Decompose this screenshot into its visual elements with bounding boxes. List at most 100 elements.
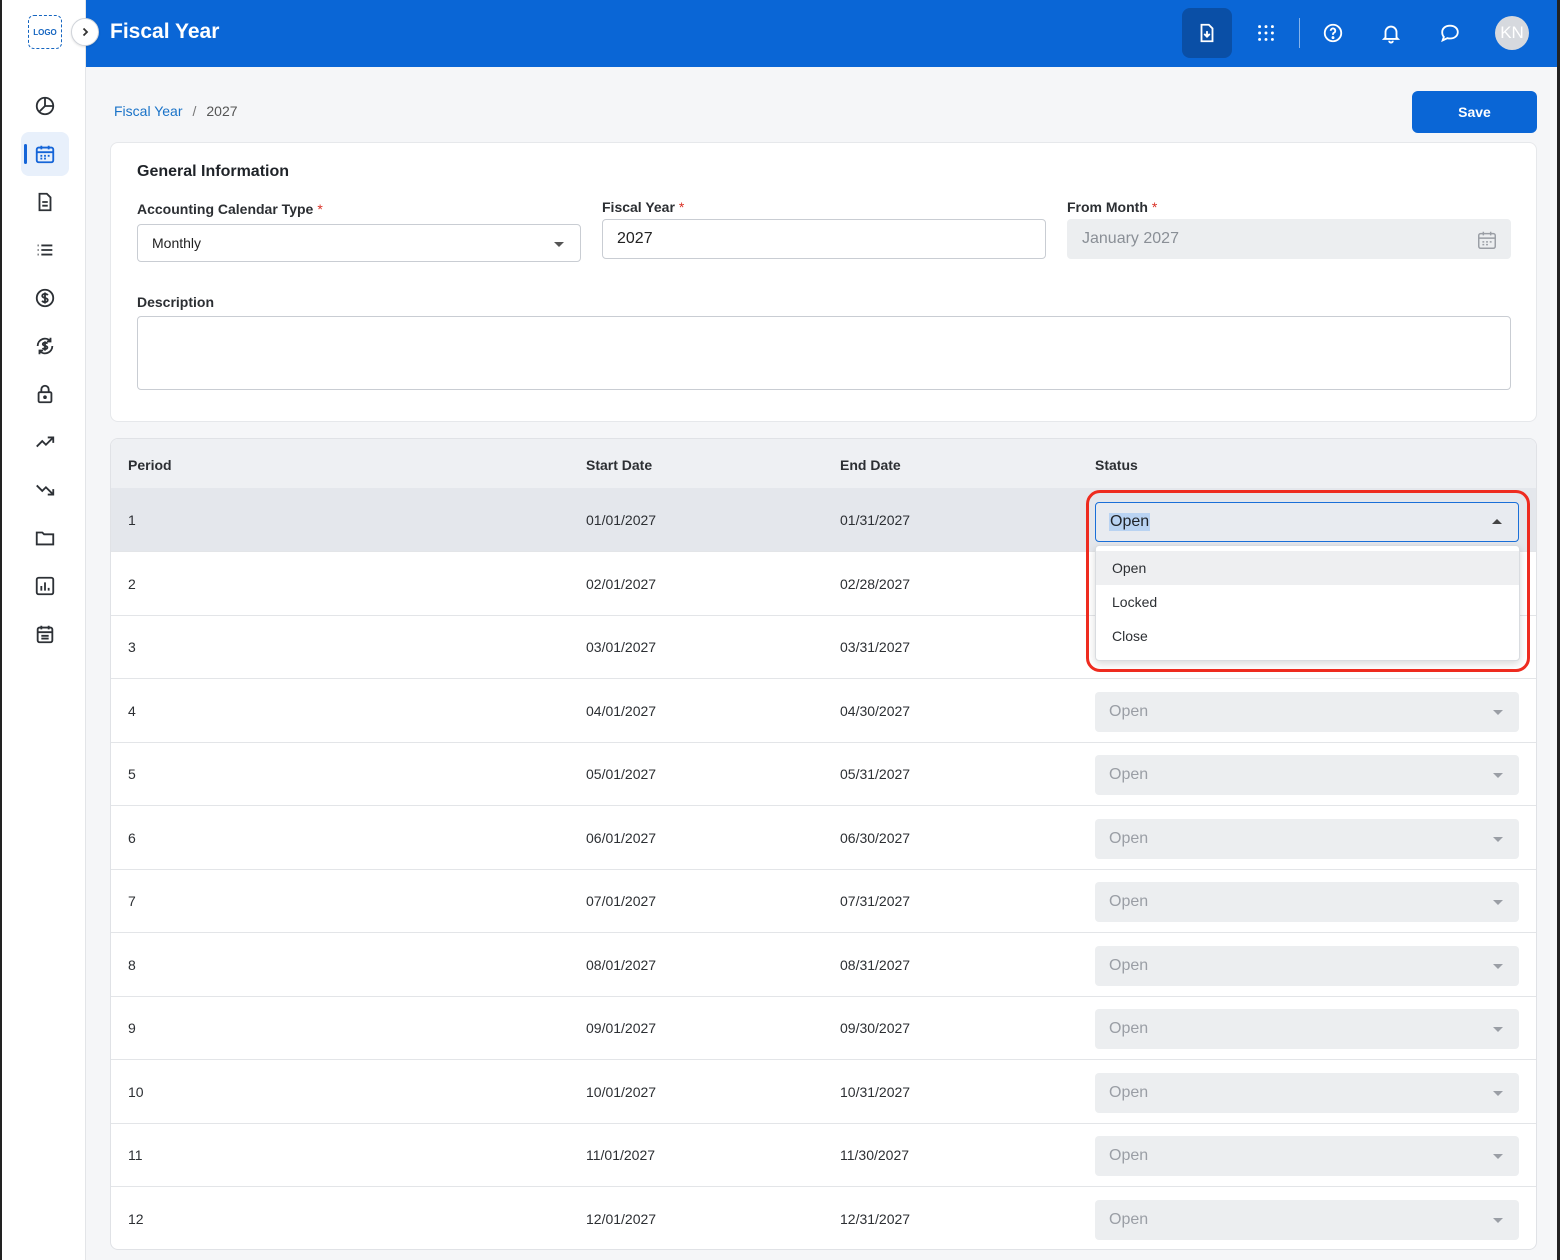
table-row: 1 01/01/2027 01/31/2027 Open (111, 488, 1536, 552)
calendar-type-select[interactable]: Monthly (137, 224, 581, 262)
start-date-cell: 01/01/2027 (586, 512, 657, 528)
status-select[interactable]: Open (1095, 1200, 1519, 1240)
sidebar-item-dashboard[interactable] (21, 84, 69, 128)
status-select[interactable]: Open (1095, 755, 1519, 795)
chevron-down-icon (1493, 773, 1503, 778)
top-bar: Fiscal Year KN (86, 0, 1560, 67)
status-select[interactable]: Open (1095, 1073, 1519, 1113)
sidebar-item-documents[interactable] (21, 180, 69, 224)
calendar-type-label-text: Accounting Calendar Type (137, 201, 314, 217)
sidebar-item-files[interactable] (21, 516, 69, 560)
download-document-button[interactable] (1182, 8, 1232, 58)
status-select-value: Open (1109, 957, 1149, 974)
status-select-value: Open (1109, 513, 1151, 531)
sidebar-item-income[interactable] (21, 420, 69, 464)
breadcrumb-separator: / (192, 103, 197, 119)
status-select[interactable]: Open (1095, 692, 1519, 732)
from-month-label-text: From Month (1067, 199, 1148, 215)
save-button[interactable]: Save (1412, 91, 1537, 133)
chevron-down-icon (1493, 1027, 1503, 1032)
sidebar-item-security[interactable] (21, 372, 69, 416)
chat-button[interactable] (1425, 8, 1475, 58)
table-header: Period Start Date End Date Status (111, 439, 1536, 488)
description-textarea[interactable] (137, 316, 1511, 390)
end-date-cell: 08/31/2027 (840, 957, 911, 973)
breadcrumb-link-fiscal-year[interactable]: Fiscal Year (114, 103, 182, 119)
column-header-start-date: Start Date (586, 457, 653, 473)
end-date-cell: 07/31/2027 (840, 893, 911, 909)
start-date-cell: 07/01/2027 (586, 893, 657, 909)
status-select-open[interactable]: Open (1095, 502, 1519, 542)
notifications-button[interactable] (1366, 8, 1416, 58)
end-date-cell: 03/31/2027 (840, 639, 911, 655)
sidebar-item-reports[interactable] (21, 564, 69, 608)
status-select[interactable]: Open (1095, 1136, 1519, 1176)
calendar-type-value: Monthly (152, 235, 202, 251)
period-cell: 10 (128, 1084, 144, 1100)
sidebar-item-schedule[interactable] (21, 612, 69, 656)
fiscal-year-label: Fiscal Year * (602, 199, 684, 215)
sidebar-expand-button[interactable] (71, 18, 99, 46)
user-avatar[interactable]: KN (1495, 16, 1529, 50)
column-header-status: Status (1095, 457, 1138, 473)
table-row: 9 09/01/2027 09/30/2027 Open (111, 996, 1536, 1060)
end-date-cell: 06/30/2027 (840, 830, 911, 846)
period-cell: 12 (128, 1211, 144, 1227)
apps-grid-icon (1258, 25, 1274, 41)
status-select-value: Open (1109, 1084, 1149, 1101)
chevron-down-icon (554, 242, 564, 247)
description-label: Description (137, 294, 215, 310)
status-select[interactable]: Open (1095, 946, 1519, 986)
table-row: 5 05/01/2027 05/31/2027 Open (111, 742, 1536, 806)
sidebar-item-expenses[interactable] (21, 468, 69, 512)
chevron-down-icon (1493, 837, 1503, 842)
start-date-cell: 11/01/2027 (586, 1147, 656, 1163)
folder-icon (35, 531, 55, 546)
status-select[interactable]: Open (1095, 882, 1519, 922)
table-row: 10 10/01/2027 10/31/2027 Open (111, 1060, 1536, 1124)
status-select-value: Open (1109, 703, 1149, 720)
calendar-type-label: Accounting Calendar Type * (137, 201, 323, 217)
column-header-period: Period (128, 457, 172, 473)
status-select[interactable]: Open (1095, 1009, 1519, 1049)
from-month-label: From Month * (1067, 199, 1157, 215)
sidebar-item-fiscal-calendar[interactable] (21, 132, 69, 176)
start-date-cell: 09/01/2027 (586, 1020, 657, 1036)
status-option-close[interactable]: Close (1096, 619, 1519, 653)
required-mark: * (1151, 199, 1158, 215)
chevron-right-icon (82, 27, 89, 37)
dollar-icon (35, 288, 55, 308)
calendar-list-icon (36, 625, 54, 644)
help-icon (1323, 23, 1343, 43)
sidebar-item-list[interactable] (21, 228, 69, 272)
fiscal-year-label-text: Fiscal Year (602, 199, 675, 215)
sidebar-item-payments[interactable] (21, 276, 69, 320)
period-cell: 8 (128, 957, 136, 973)
help-button[interactable] (1308, 8, 1358, 58)
period-cell: 9 (128, 1020, 136, 1036)
chevron-down-icon (1493, 900, 1503, 905)
sidebar: LOGO (0, 0, 86, 1260)
fiscal-year-input[interactable]: 2027 (602, 219, 1046, 259)
end-date-cell: 01/31/2027 (840, 512, 911, 528)
lock-icon (37, 384, 53, 404)
period-cell: 3 (128, 639, 136, 655)
status-option-locked[interactable]: Locked (1096, 585, 1519, 619)
status-option-open[interactable]: Open (1096, 551, 1519, 585)
end-date-cell: 12/31/2027 (840, 1211, 911, 1227)
status-select-value: Open (1109, 1211, 1149, 1228)
start-date-cell: 03/01/2027 (586, 639, 657, 655)
sidebar-item-currency-exchange[interactable] (21, 324, 69, 368)
start-date-cell: 05/01/2027 (586, 766, 657, 782)
start-date-cell: 04/01/2027 (586, 703, 657, 719)
breadcrumb: Fiscal Year / 2027 (114, 103, 238, 119)
apps-button[interactable] (1241, 8, 1291, 58)
pie-chart-icon (35, 96, 55, 116)
end-date-cell: 09/30/2027 (840, 1020, 911, 1036)
column-header-end-date: End Date (840, 457, 901, 473)
chevron-down-icon (1493, 1218, 1503, 1223)
calendar-icon (1478, 231, 1496, 249)
status-select[interactable]: Open (1095, 819, 1519, 859)
period-cell: 4 (128, 703, 136, 719)
from-month-value: January 2027 (1082, 230, 1179, 247)
